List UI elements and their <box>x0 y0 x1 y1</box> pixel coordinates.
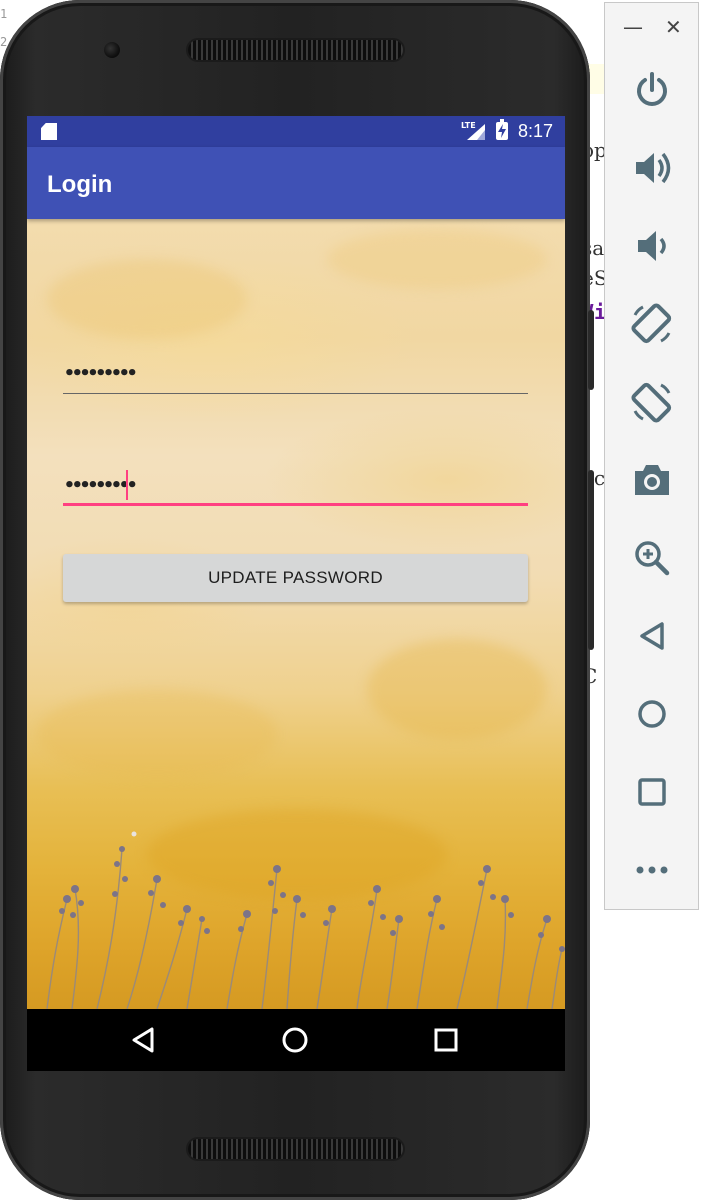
minimize-button[interactable]: — <box>623 15 643 39</box>
emulator-device-frame: LTE 8:17 Login ••••••••• ••••••••• UPDAT… <box>0 0 594 1200</box>
password-field[interactable]: ••••••••• <box>63 354 528 394</box>
back-icon[interactable] <box>128 1024 160 1056</box>
password-field-value: ••••••••• <box>64 363 138 384</box>
navigation-bar <box>27 1009 565 1071</box>
camera-icon[interactable] <box>627 455 677 505</box>
top-speaker <box>188 40 403 60</box>
bottom-speaker <box>188 1139 403 1159</box>
front-camera <box>104 42 120 58</box>
line-number: 1 <box>0 7 8 21</box>
close-button[interactable]: ✕ <box>665 15 682 39</box>
rotate-right-icon[interactable] <box>627 377 677 427</box>
volume-down-icon[interactable] <box>627 221 677 271</box>
side-button <box>588 470 594 650</box>
recents-icon[interactable] <box>430 1024 462 1056</box>
side-button <box>588 310 594 390</box>
status-time: 8:17 <box>518 121 554 141</box>
update-password-button[interactable]: UPDATE PASSWORD <box>63 554 528 602</box>
overview-icon[interactable] <box>627 767 677 817</box>
device-screen: LTE 8:17 Login ••••••••• ••••••••• UPDAT… <box>27 116 565 1071</box>
field-underline-focused <box>63 503 528 506</box>
confirm-password-field[interactable]: ••••••••• <box>63 466 528 506</box>
charging-bolt-icon <box>498 124 506 138</box>
field-underline <box>63 393 528 394</box>
emulator-control-panel: — ✕ <box>604 2 699 910</box>
dried-flowers-image <box>46 831 565 1009</box>
zoom-icon[interactable] <box>627 533 677 583</box>
home-icon[interactable] <box>627 689 677 739</box>
status-bar: LTE 8:17 <box>27 116 565 147</box>
wall-texture <box>367 639 547 739</box>
text-cursor <box>126 470 128 500</box>
battery-icon <box>496 119 508 140</box>
power-icon[interactable] <box>627 65 677 115</box>
signal-icon <box>467 124 485 140</box>
rotate-left-icon[interactable] <box>627 299 677 349</box>
sd-card-icon <box>41 123 57 140</box>
app-bar: Login <box>27 147 565 219</box>
home-icon[interactable] <box>279 1024 311 1056</box>
wall-texture <box>327 229 547 289</box>
confirm-password-field-value: ••••••••• <box>64 475 138 496</box>
content-area: ••••••••• ••••••••• UPDATE PASSWORD <box>27 219 565 1009</box>
wall-texture <box>47 259 247 339</box>
app-title: Login <box>47 171 113 198</box>
volume-up-icon[interactable] <box>627 143 677 193</box>
more-icon[interactable] <box>627 845 677 895</box>
back-icon[interactable] <box>627 611 677 661</box>
wall-texture <box>37 689 277 779</box>
